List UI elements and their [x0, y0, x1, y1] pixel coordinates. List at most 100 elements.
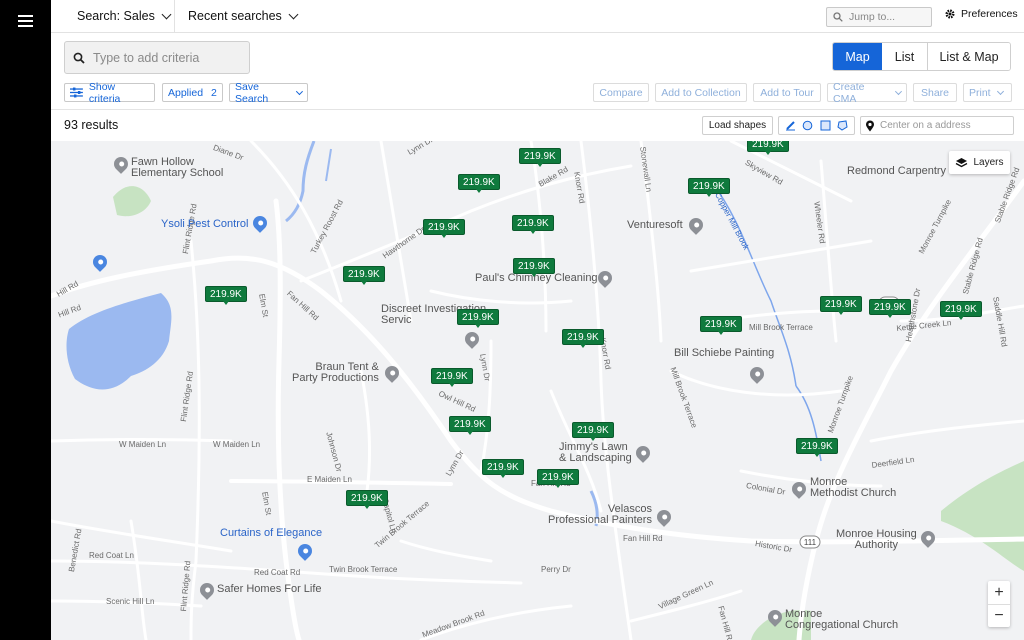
price-marker[interactable]: 219.9K [343, 266, 385, 285]
layers-button[interactable]: Layers [949, 151, 1010, 174]
preferences-button[interactable]: Preferences [944, 8, 1018, 20]
jump-to-input[interactable]: Jump to... [826, 7, 932, 27]
street-label-w-maiden-ln: W Maiden Ln [119, 440, 167, 449]
price-marker[interactable]: 219.9K [519, 148, 561, 167]
print-dropdown[interactable]: Print [963, 83, 1012, 102]
poi-monroe-congregational-church[interactable]: Monroe Congregational Church [785, 609, 898, 631]
price-marker[interactable]: 219.9K [796, 438, 838, 457]
price-marker[interactable]: 219.9K [688, 178, 730, 197]
load-shapes-button[interactable]: Load shapes [702, 116, 773, 135]
view-map-button[interactable]: Map [833, 43, 882, 70]
price-marker[interactable]: 219.9K [940, 301, 982, 320]
criteria-search-input[interactable]: Type to add criteria [64, 41, 250, 74]
chevron-down-icon [996, 87, 1004, 95]
price-marker[interactable]: 219.9K [537, 469, 579, 488]
divider [51, 109, 1024, 110]
poi-safer-homes[interactable]: Safer Homes For Life [217, 584, 322, 595]
search-type-label: Search: Sales [77, 9, 155, 23]
poi-curtains-of-elegance[interactable]: Curtains of Elegance [220, 528, 322, 539]
draw-rectangle-tool[interactable] [819, 119, 832, 132]
draw-circle-tool[interactable] [801, 119, 814, 132]
results-count: 93 results [64, 118, 119, 132]
price-marker[interactable]: 219.9K [482, 459, 524, 478]
chevron-down-icon [161, 9, 172, 19]
chevron-down-icon [296, 87, 304, 95]
street-label-red-coat-ln: Red Coat Ln [89, 551, 134, 560]
top-bar: Search: Sales Recent searches Jump to...… [51, 0, 1024, 33]
draw-polygon-tool[interactable] [836, 119, 849, 132]
print-label: Print [969, 86, 991, 99]
street-label-fan-hill-rd: Fan Hill Rd [623, 534, 663, 543]
divider [174, 0, 175, 32]
jump-to-placeholder: Jump to... [849, 11, 896, 23]
gear-icon [945, 9, 955, 19]
poi-bill-schiebe-painting[interactable]: Bill Schiebe Painting [674, 348, 774, 359]
center-on-address-placeholder: Center on a address [880, 120, 971, 131]
price-marker[interactable]: 219.9K [346, 490, 388, 509]
poi-fawn-hollow-school[interactable]: Fawn Hollow Elementary School [131, 157, 223, 179]
map[interactable]: Fan Hill Rd Fan Hill Rd Fan Hill Rd Elm … [51, 141, 1024, 640]
price-marker[interactable]: 219.9K [449, 416, 491, 435]
center-on-address-input[interactable]: Center on a address [860, 116, 1014, 135]
create-cma-dropdown[interactable]: Create CMA [827, 80, 907, 105]
price-marker[interactable]: 219.9K [562, 329, 604, 348]
layers-icon [956, 157, 968, 167]
applied-label: Applied [168, 86, 204, 99]
app-root: Search: Sales Recent searches Jump to...… [0, 0, 1024, 640]
view-list-map-button[interactable]: List & Map [927, 43, 1010, 70]
search-type-dropdown[interactable]: Search: Sales [77, 0, 172, 32]
price-marker[interactable]: 219.9K [820, 296, 862, 315]
street-label-perry-dr: Perry Dr [541, 565, 571, 574]
poi-ysoli-pest-control[interactable]: Ysoli Pest Control [161, 219, 248, 230]
add-to-collection-button[interactable]: Add to Collection [655, 83, 747, 102]
hamburger-menu-icon[interactable] [18, 15, 33, 27]
show-criteria-label: Show criteria [88, 80, 121, 105]
price-marker[interactable]: 219.9K [513, 258, 555, 277]
compare-button[interactable]: Compare [593, 83, 649, 102]
zoom-out-button[interactable]: − [988, 604, 1010, 627]
price-marker[interactable]: 219.9K [458, 174, 500, 193]
price-marker[interactable]: 219.9K [747, 141, 789, 155]
create-cma-label: Create CMA [833, 80, 865, 105]
price-marker[interactable]: 219.9K [512, 215, 554, 234]
view-list-button[interactable]: List [882, 43, 927, 70]
poi-braun-tent[interactable]: Braun Tent & Party Productions [292, 362, 379, 384]
share-button[interactable]: Share [913, 83, 957, 102]
preferences-label: Preferences [961, 8, 1018, 20]
poi-jimmys-lawn[interactable]: Jimmy's Lawn & Landscaping [559, 442, 632, 464]
draw-tools [778, 116, 855, 135]
add-to-tour-button[interactable]: Add to Tour [753, 83, 821, 102]
save-search-dropdown[interactable]: Save Search [229, 80, 308, 105]
criteria-search-placeholder: Type to add criteria [93, 50, 200, 65]
price-marker[interactable]: 219.9K [700, 316, 742, 335]
route-111-b: 111 [804, 538, 817, 547]
price-marker[interactable]: 219.9K [205, 286, 247, 305]
poi-monroe-housing-authority[interactable]: Monroe Housing Authority [836, 529, 917, 551]
poi-velascos-painters[interactable]: Velascos Professional Painters [548, 504, 652, 526]
applied-filters-button[interactable]: Applied 2 [162, 83, 223, 102]
poi-venturesoft[interactable]: Venturesoft [627, 220, 683, 231]
price-marker[interactable]: 219.9K [869, 299, 911, 318]
street-label-twin-brook-terrace: Twin Brook Terrace [329, 565, 398, 574]
street-label-scenic-hill-ln: Scenic Hill Ln [106, 597, 155, 606]
poi-monroe-methodist-church[interactable]: Monroe Methodist Church [810, 477, 896, 499]
street-label-w-maiden-ln: W Maiden Ln [213, 440, 261, 449]
street-label-red-coat-rd: Red Coat Rd [254, 568, 301, 577]
poi-redmond-carpentry[interactable]: Redmond Carpentry [847, 166, 946, 177]
price-marker[interactable]: 219.9K [431, 368, 473, 387]
layers-label: Layers [973, 157, 1004, 168]
price-marker[interactable]: 219.9K [423, 219, 465, 238]
polygon-icon [837, 120, 848, 131]
save-search-label: Save Search [235, 80, 269, 105]
zoom-in-button[interactable]: + [988, 581, 1010, 604]
applied-count-badge: 2 [211, 86, 217, 99]
chevron-down-icon [288, 9, 299, 19]
rectangle-icon [820, 120, 831, 131]
price-marker[interactable]: 219.9K [572, 422, 614, 441]
draw-freehand-tool[interactable] [784, 119, 797, 132]
show-criteria-button[interactable]: Show criteria [64, 80, 155, 105]
price-marker[interactable]: 219.9K [457, 309, 499, 328]
search-icon [833, 12, 843, 22]
recent-searches-dropdown[interactable]: Recent searches [188, 0, 299, 32]
street-label-e-maiden-ln: E Maiden Ln [307, 475, 352, 484]
